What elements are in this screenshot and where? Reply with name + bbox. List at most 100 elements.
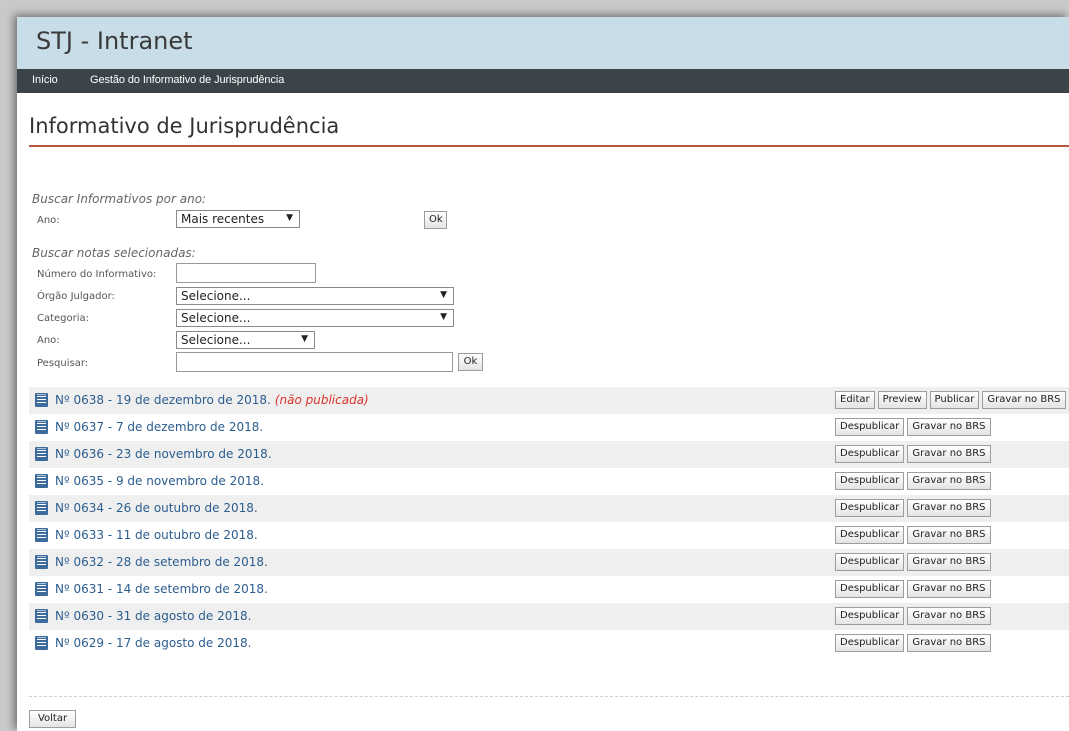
document-icon[interactable] bbox=[35, 474, 48, 488]
search-year-ok-button[interactable]: Ok bbox=[424, 211, 447, 229]
informativo-link[interactable]: Nº 0629 - 17 de agosto de 2018. bbox=[55, 636, 251, 650]
app-header: STJ - Intranet bbox=[17, 17, 1069, 69]
informativo-row: Nº 0635 - 9 de novembro de 2018. Despubli… bbox=[29, 468, 1069, 495]
ano-notes-select[interactable]: Selecione... ▼ bbox=[176, 331, 315, 349]
numero-informativo-input[interactable] bbox=[176, 263, 316, 283]
document-icon[interactable] bbox=[35, 609, 48, 623]
informativo-row: Nº 0633 - 11 de outubro de 2018. Despubli… bbox=[29, 522, 1069, 549]
gravar-no-brs-button[interactable]: Gravar no BRS bbox=[907, 445, 991, 463]
row-actions: Despublicar Gravar no BRS bbox=[835, 580, 994, 598]
row-actions: Despublicar Gravar no BRS bbox=[835, 472, 994, 490]
document-icon[interactable] bbox=[35, 501, 48, 515]
nav-item-gestao[interactable]: Gestão do Informativo de Jurisprudência bbox=[90, 74, 284, 86]
ano-notes-label: Ano: bbox=[37, 335, 60, 346]
informativo-label: Nº 0631 - 14 de setembro de 2018. bbox=[55, 582, 268, 596]
preview-button[interactable]: Preview bbox=[877, 391, 927, 409]
page-title: Informativo de Jurisprudência bbox=[29, 114, 340, 138]
despublicar-button[interactable]: Despublicar bbox=[835, 499, 905, 517]
informativo-label: Nº 0633 - 11 de outubro de 2018. bbox=[55, 528, 258, 542]
chevron-down-icon: ▼ bbox=[440, 312, 447, 322]
gravar-no-brs-button[interactable]: Gravar no BRS bbox=[907, 472, 991, 490]
informativo-link[interactable]: Nº 0635 - 9 de novembro de 2018. bbox=[55, 474, 264, 488]
gravar-no-brs-button[interactable]: Gravar no BRS bbox=[982, 391, 1066, 409]
row-actions: Despublicar Gravar no BRS bbox=[835, 445, 994, 463]
gravar-no-brs-button[interactable]: Gravar no BRS bbox=[907, 580, 991, 598]
document-icon[interactable] bbox=[35, 582, 48, 596]
informativo-row: Nº 0638 - 19 de dezembro de 2018. (não pu… bbox=[29, 387, 1069, 414]
gravar-no-brs-button[interactable]: Gravar no BRS bbox=[907, 607, 991, 625]
row-actions: Despublicar Gravar no BRS bbox=[835, 526, 994, 544]
row-actions: Editar Preview Publicar Gravar no BRS bbox=[835, 391, 1069, 409]
despublicar-button[interactable]: Despublicar bbox=[835, 472, 905, 490]
gravar-no-brs-button[interactable]: Gravar no BRS bbox=[907, 634, 991, 652]
app-title: STJ - Intranet bbox=[36, 27, 193, 55]
categoria-select[interactable]: Selecione... ▼ bbox=[176, 309, 454, 327]
informativo-label: Nº 0630 - 31 de agosto de 2018. bbox=[55, 609, 252, 623]
row-actions: Despublicar Gravar no BRS bbox=[835, 607, 994, 625]
ano-year-select-value: Mais recentes bbox=[181, 212, 265, 226]
chevron-down-icon: ▼ bbox=[286, 213, 293, 223]
row-actions: Despublicar Gravar no BRS bbox=[835, 499, 994, 517]
ano-notes-select-value: Selecione... bbox=[181, 333, 251, 347]
despublicar-button[interactable]: Despublicar bbox=[835, 553, 905, 571]
informativo-row: Nº 0629 - 17 de agosto de 2018. Despublic… bbox=[29, 630, 1069, 657]
chevron-down-icon: ▼ bbox=[440, 290, 447, 300]
document-icon[interactable] bbox=[35, 555, 48, 569]
informativo-link[interactable]: Nº 0634 - 26 de outubro de 2018. bbox=[55, 501, 258, 515]
numero-informativo-label: Número do Informativo: bbox=[37, 269, 157, 280]
document-icon[interactable] bbox=[35, 528, 48, 542]
despublicar-button[interactable]: Despublicar bbox=[835, 634, 905, 652]
informativo-label: Nº 0636 - 23 de novembro de 2018. bbox=[55, 447, 272, 461]
informativo-link[interactable]: Nº 0633 - 11 de outubro de 2018. bbox=[55, 528, 258, 542]
informativo-row: Nº 0637 - 7 de dezembro de 2018. Despubli… bbox=[29, 414, 1069, 441]
despublicar-button[interactable]: Despublicar bbox=[835, 418, 905, 436]
informativo-link[interactable]: Nº 0637 - 7 de dezembro de 2018. bbox=[55, 420, 263, 434]
row-actions: Despublicar Gravar no BRS bbox=[835, 553, 994, 571]
despublicar-button[interactable]: Despublicar bbox=[835, 526, 905, 544]
unpublished-status: (não publicada) bbox=[274, 393, 369, 407]
ano-label: Ano: bbox=[37, 215, 60, 226]
informativo-row: Nº 0631 - 14 de setembro de 2018. Despubl… bbox=[29, 576, 1069, 603]
despublicar-button[interactable]: Despublicar bbox=[835, 580, 905, 598]
orgao-julgador-select[interactable]: Selecione... ▼ bbox=[176, 287, 454, 305]
informativo-row: Nº 0630 - 31 de agosto de 2018. Despublic… bbox=[29, 603, 1069, 630]
search-notes-ok-button[interactable]: Ok bbox=[458, 353, 483, 371]
informativo-label: Nº 0635 - 9 de novembro de 2018. bbox=[55, 474, 264, 488]
informativos-list: Nº 0638 - 19 de dezembro de 2018. (não pu… bbox=[29, 387, 1069, 657]
informativo-link[interactable]: Nº 0632 - 28 de setembro de 2018. bbox=[55, 555, 268, 569]
document-icon[interactable] bbox=[35, 420, 48, 434]
row-actions: Despublicar Gravar no BRS bbox=[835, 418, 994, 436]
informativo-label: Nº 0629 - 17 de agosto de 2018. bbox=[55, 636, 252, 650]
informativo-link[interactable]: Nº 0636 - 23 de novembro de 2018. bbox=[55, 447, 272, 461]
pesquisar-input[interactable] bbox=[176, 352, 453, 372]
informativo-link[interactable]: Nº 0638 - 19 de dezembro de 2018. (não pu… bbox=[55, 393, 369, 407]
document-icon[interactable] bbox=[35, 447, 48, 461]
bottom-divider bbox=[29, 696, 1069, 697]
search-year-section-title: Buscar Informativos por ano: bbox=[32, 192, 207, 206]
despublicar-button[interactable]: Despublicar bbox=[835, 445, 905, 463]
informativo-link[interactable]: Nº 0631 - 14 de setembro de 2018. bbox=[55, 582, 268, 596]
title-divider bbox=[29, 145, 1069, 147]
despublicar-button[interactable]: Despublicar bbox=[835, 607, 905, 625]
informativo-label: Nº 0632 - 28 de setembro de 2018. bbox=[55, 555, 268, 569]
categoria-label: Categoria: bbox=[37, 313, 90, 324]
categoria-select-value: Selecione... bbox=[181, 311, 251, 325]
gravar-no-brs-button[interactable]: Gravar no BRS bbox=[907, 553, 991, 571]
ano-year-select[interactable]: Mais recentes ▼ bbox=[176, 210, 300, 228]
orgao-julgador-label: Órgão Julgador: bbox=[37, 291, 115, 302]
back-button[interactable]: Voltar bbox=[29, 710, 76, 728]
document-icon[interactable] bbox=[35, 636, 48, 650]
document-icon[interactable] bbox=[35, 393, 48, 407]
nav-item-inicio[interactable]: Início bbox=[32, 74, 58, 86]
gravar-no-brs-button[interactable]: Gravar no BRS bbox=[907, 499, 991, 517]
gravar-no-brs-button[interactable]: Gravar no BRS bbox=[907, 418, 991, 436]
intranet-page: STJ - Intranet Início Gestão do Informat… bbox=[17, 17, 1069, 731]
informativo-label: Nº 0634 - 26 de outubro de 2018. bbox=[55, 501, 258, 515]
informativo-label: Nº 0637 - 7 de dezembro de 2018. bbox=[55, 420, 264, 434]
informativo-row: Nº 0632 - 28 de setembro de 2018. Despubl… bbox=[29, 549, 1069, 576]
gravar-no-brs-button[interactable]: Gravar no BRS bbox=[907, 526, 991, 544]
informativo-link[interactable]: Nº 0630 - 31 de agosto de 2018. bbox=[55, 609, 251, 623]
pesquisar-label: Pesquisar: bbox=[37, 358, 89, 369]
editar-button[interactable]: Editar bbox=[835, 391, 875, 409]
publicar-button[interactable]: Publicar bbox=[929, 391, 980, 409]
